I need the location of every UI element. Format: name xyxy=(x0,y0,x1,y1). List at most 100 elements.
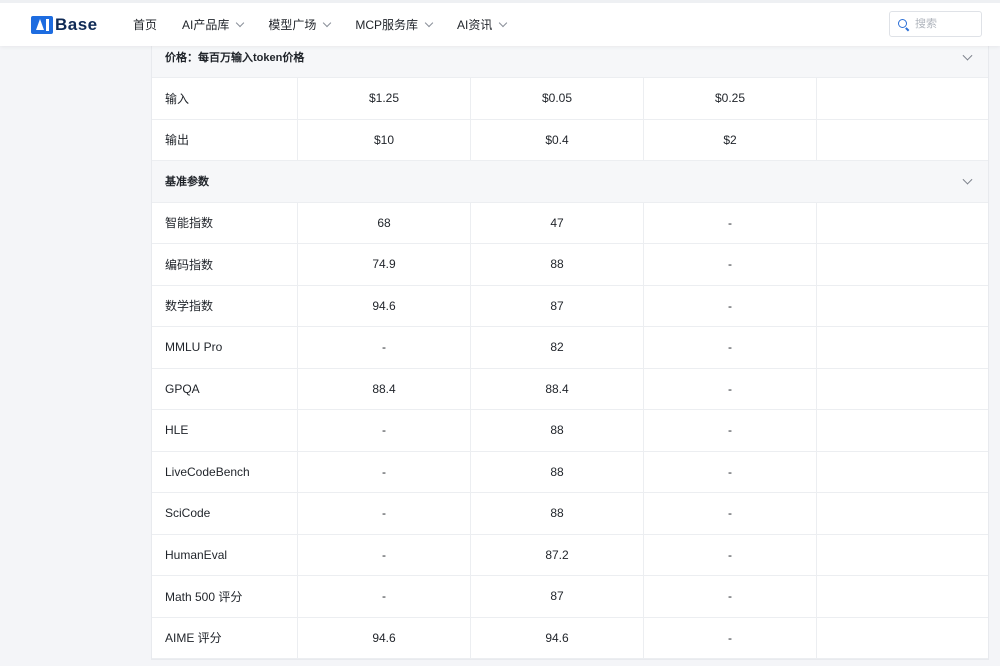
benchmark-row-label: Math 500 评分 xyxy=(152,576,298,617)
nav-item-3[interactable]: MCP服务库 xyxy=(355,16,434,33)
benchmark-value-cell: 88 xyxy=(471,451,644,492)
table-row: LiveCodeBench -88- xyxy=(152,451,988,493)
pricing-value-cell: $10 xyxy=(298,119,471,160)
table-row: 输出 $10 $0.4 $2 xyxy=(152,119,988,161)
benchmark-value-cell: - xyxy=(298,410,471,451)
benchmark-value-cell: 82 xyxy=(471,327,644,368)
pricing-value-cell: $0.05 xyxy=(471,78,644,119)
benchmark-value-cell: 94.6 xyxy=(471,617,644,658)
empty-cell xyxy=(817,535,988,576)
table-row: AIME 评分 94.6 94.6- xyxy=(152,617,988,659)
benchmark-value-cell: - xyxy=(644,202,817,243)
ai-logo-icon xyxy=(31,16,53,34)
table-row: 数学指数 94.6 87- xyxy=(152,285,988,327)
benchmark-value-cell: 88.4 xyxy=(471,368,644,409)
nav-item-4[interactable]: AI资讯 xyxy=(457,16,508,33)
logo[interactable]: Base xyxy=(31,14,98,36)
benchmark-value-cell: - xyxy=(644,451,817,492)
benchmark-value-cell: - xyxy=(644,576,817,617)
table-row: 编码指数 74.9 88- xyxy=(152,244,988,286)
benchmark-value-cell: 88 xyxy=(471,493,644,534)
search-icon xyxy=(898,18,909,30)
logo-text: Base xyxy=(55,15,98,34)
pricing-value-cell: $0.4 xyxy=(471,119,644,160)
empty-cell xyxy=(817,410,988,451)
empty-cell xyxy=(817,78,988,119)
benchmark-value-cell: - xyxy=(644,244,817,285)
empty-cell xyxy=(817,244,988,285)
chevron-down-icon[interactable] xyxy=(962,50,973,61)
benchmark-row-label: HLE xyxy=(152,410,298,451)
pricing-section-title: 价格：每百万输入token价格 xyxy=(165,52,305,64)
chevron-down-icon xyxy=(499,18,508,27)
chevron-down-icon[interactable] xyxy=(962,174,973,185)
empty-cell xyxy=(817,286,988,327)
pricing-value-cell: $2 xyxy=(644,119,817,160)
chevron-down-icon xyxy=(424,18,434,27)
benchmark-value-cell: - xyxy=(644,327,817,368)
benchmark-row-label: 数学指数 xyxy=(152,285,298,326)
benchmark-row-label: HumanEval xyxy=(152,534,298,575)
table-row: 输入 $1.25 $0.05 $0.25 xyxy=(152,78,988,120)
benchmark-value-cell: 74.9 xyxy=(298,244,471,285)
benchmark-rows: 智能指数 68 47- 编码指数 74.9 88- 数学指数 94.6 87- MMLU Pro -… xyxy=(152,202,988,659)
benchmark-row-label: LiveCodeBench xyxy=(152,451,298,492)
pricing-value-cell: $0.25 xyxy=(644,78,817,119)
benchmark-row-label: MMLU Pro xyxy=(152,327,298,368)
table-row: SciCode -88- xyxy=(152,493,988,535)
benchmark-value-cell: 87 xyxy=(471,285,644,326)
empty-cell xyxy=(817,327,988,368)
nav-item-label: AI产品库 xyxy=(182,18,230,32)
benchmark-value-cell: - xyxy=(298,534,471,575)
pricing-row-label: 输出 xyxy=(152,119,298,160)
nav-item-label: 模型广场 xyxy=(268,18,317,32)
benchmark-value-cell: 94.6 xyxy=(298,285,471,326)
main-nav: 首页 AI产品库 模型广场 MCP服务库 AI资讯 xyxy=(133,3,531,46)
benchmark-value-cell: - xyxy=(298,327,471,368)
empty-cell xyxy=(817,493,988,534)
empty-cell xyxy=(817,452,988,493)
table-row: MMLU Pro -82- xyxy=(152,327,988,369)
nav-item-label: 首页 xyxy=(133,18,158,32)
benchmark-value-cell: - xyxy=(644,617,817,658)
model-comparison-table: 价格：每百万输入token价格 输入 $1.25 $0.05 $0.25 输出 $10 $0… xyxy=(151,36,989,660)
pricing-rows: 输入 $1.25 $0.05 $0.25 输出 $10 $0.4 $2 xyxy=(152,78,988,161)
table-row: HumanEval -87.2- xyxy=(152,534,988,576)
benchmark-row-label: 编码指数 xyxy=(152,244,298,285)
empty-cell xyxy=(817,576,988,617)
nav-item-label: MCP服务库 xyxy=(355,18,419,32)
empty-cell xyxy=(817,369,988,410)
benchmark-value-cell: 94.6 xyxy=(298,617,471,658)
pricing-value-cell: $1.25 xyxy=(298,78,471,119)
benchmark-row-label: 智能指数 xyxy=(152,202,298,243)
benchmark-row-label: AIME 评分 xyxy=(152,617,298,658)
chevron-down-icon xyxy=(236,18,245,27)
benchmark-row-label: SciCode xyxy=(152,493,298,534)
benchmark-value-cell: 88 xyxy=(471,244,644,285)
benchmark-value-cell: 87.2 xyxy=(471,534,644,575)
pricing-row-label: 输入 xyxy=(152,78,298,119)
benchmark-value-cell: - xyxy=(644,368,817,409)
benchmark-value-cell: - xyxy=(644,534,817,575)
nav-item-1[interactable]: AI产品库 xyxy=(182,16,245,33)
table-row: GPQA 88.4 88.4- xyxy=(152,368,988,410)
benchmark-value-cell: - xyxy=(644,493,817,534)
empty-cell xyxy=(817,618,988,659)
benchmark-value-cell: - xyxy=(644,410,817,451)
table-row: HLE -88- xyxy=(152,410,988,452)
benchmark-value-cell: 88.4 xyxy=(298,368,471,409)
benchmark-value-cell: 88 xyxy=(471,410,644,451)
empty-cell xyxy=(817,120,988,161)
benchmark-value-cell: 87 xyxy=(471,576,644,617)
nav-item-2[interactable]: 模型广场 xyxy=(268,16,332,33)
search-box[interactable] xyxy=(889,11,982,37)
chevron-down-icon xyxy=(323,18,332,27)
nav-item-label: AI资讯 xyxy=(457,18,493,32)
benchmark-section-title: 基准参数 xyxy=(165,176,209,189)
search-input[interactable] xyxy=(915,18,975,30)
table-row: 智能指数 68 47- xyxy=(152,202,988,244)
benchmark-row-label: GPQA xyxy=(152,368,298,409)
benchmark-section-header[interactable]: 基准参数 xyxy=(152,161,988,203)
top-navigation-bar: Base 首页 AI产品库 模型广场 MCP服务库 AI资讯 xyxy=(0,0,1000,46)
nav-item-0[interactable]: 首页 xyxy=(133,16,157,33)
